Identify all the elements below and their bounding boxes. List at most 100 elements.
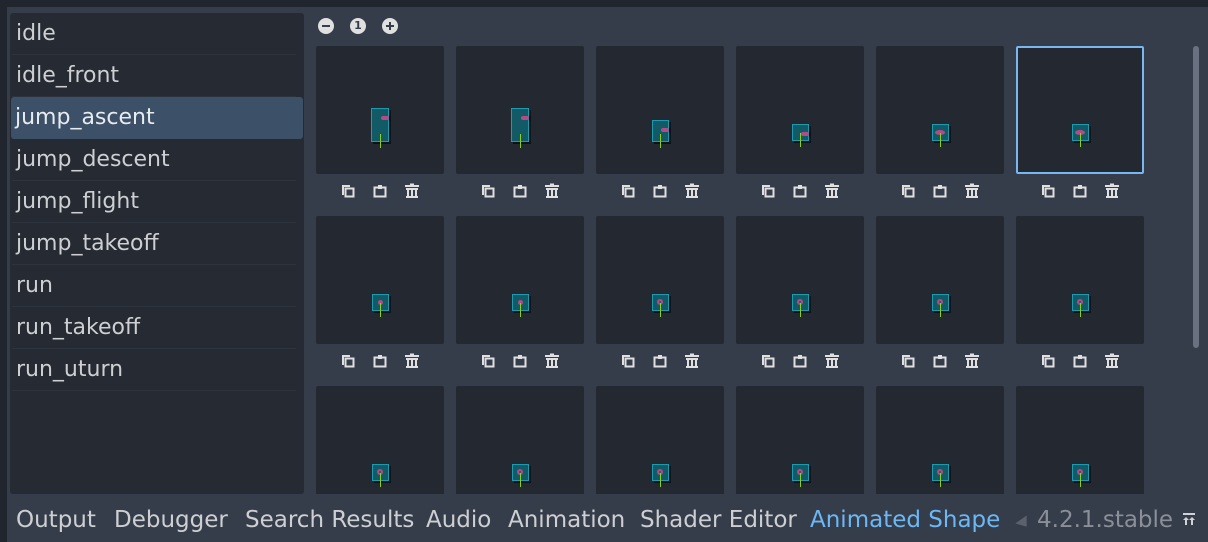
- frame-thumbnail[interactable]: [596, 386, 724, 494]
- tab-output[interactable]: Output: [16, 505, 96, 535]
- frame-toolbar: [596, 352, 724, 372]
- frame-thumbnail[interactable]: [1016, 386, 1144, 494]
- tab-shader-editor[interactable]: Shader Editor: [640, 505, 797, 535]
- frame-toolbar: [456, 182, 584, 202]
- delete-frame-button[interactable]: [963, 182, 981, 200]
- frame-toolbar: [1016, 182, 1144, 202]
- bottom-panel-tabs: 4.2.1.stable Output Debugger Search Result…: [7, 497, 1208, 542]
- frame-thumbnail[interactable]: [1016, 46, 1144, 174]
- paste-frame-button[interactable]: [651, 352, 669, 370]
- delete-frame-button[interactable]: [1103, 182, 1121, 200]
- paste-frame-button[interactable]: [791, 352, 809, 370]
- frame-toolbar: [736, 182, 864, 202]
- frame-thumbnail[interactable]: [736, 386, 864, 494]
- delete-frame-button[interactable]: [1103, 352, 1121, 370]
- copy-icon: [1042, 355, 1055, 368]
- animation-item[interactable]: idle: [12, 13, 296, 55]
- tab-animated-shape[interactable]: Animated Shape: [810, 505, 1000, 535]
- paste-frame-button[interactable]: [791, 182, 809, 200]
- frame-thumbnail[interactable]: [316, 386, 444, 494]
- paste-frame-button[interactable]: [1071, 352, 1089, 370]
- copy-icon: [902, 185, 915, 198]
- paste-frame-button[interactable]: [651, 182, 669, 200]
- delete-frame-button[interactable]: [823, 182, 841, 200]
- frame-thumbnail[interactable]: [316, 216, 444, 344]
- frames-scrollbar[interactable]: [1193, 46, 1199, 348]
- animation-item[interactable]: run: [12, 265, 296, 307]
- bell-icon[interactable]: [1012, 511, 1030, 529]
- delete-frame-button[interactable]: [683, 352, 701, 370]
- frame-toolbar: [456, 352, 584, 372]
- copy-frame-button[interactable]: [759, 182, 777, 200]
- animation-item[interactable]: jump_flight: [12, 181, 296, 223]
- frame-thumbnail[interactable]: [876, 216, 1004, 344]
- copy-frame-button[interactable]: [619, 352, 637, 370]
- copy-icon: [1042, 185, 1055, 198]
- delete-frame-button[interactable]: [543, 352, 561, 370]
- frame-thumbnail[interactable]: [1016, 216, 1144, 344]
- frame-thumbnail[interactable]: [316, 46, 444, 174]
- paste-icon: [793, 355, 807, 368]
- copy-icon: [342, 355, 355, 368]
- frame-thumbnail[interactable]: [736, 46, 864, 174]
- delete-icon: [405, 183, 419, 198]
- paste-frame-button[interactable]: [371, 182, 389, 200]
- zoom-out-icon: [322, 25, 330, 27]
- paste-icon: [933, 185, 947, 198]
- zoom-out-button[interactable]: [318, 18, 334, 34]
- copy-frame-button[interactable]: [479, 182, 497, 200]
- frame-thumbnail[interactable]: [456, 386, 584, 494]
- animation-item[interactable]: jump_ascent: [11, 97, 303, 139]
- frame-thumbnail[interactable]: [596, 46, 724, 174]
- copy-frame-button[interactable]: [619, 182, 637, 200]
- paste-frame-button[interactable]: [1071, 182, 1089, 200]
- delete-icon: [825, 353, 839, 368]
- tab-audio[interactable]: Audio: [426, 505, 491, 535]
- pin-panel-icon[interactable]: [1181, 511, 1197, 527]
- copy-frame-button[interactable]: [899, 182, 917, 200]
- copy-frame-button[interactable]: [479, 352, 497, 370]
- animation-item[interactable]: run_uturn: [12, 349, 296, 391]
- delete-frame-button[interactable]: [403, 182, 421, 200]
- copy-frame-button[interactable]: [339, 352, 357, 370]
- delete-frame-button[interactable]: [543, 182, 561, 200]
- frame-thumbnail[interactable]: [876, 46, 1004, 174]
- paste-frame-button[interactable]: [931, 182, 949, 200]
- frame-toolbar: [316, 182, 444, 202]
- copy-frame-button[interactable]: [1039, 182, 1057, 200]
- animation-item[interactable]: run_takeoff: [12, 307, 296, 349]
- delete-frame-button[interactable]: [403, 352, 421, 370]
- paste-frame-button[interactable]: [511, 352, 529, 370]
- animation-list[interactable]: idle idle_front jump_ascent jump_descent jum…: [10, 13, 304, 494]
- copy-frame-button[interactable]: [1039, 352, 1057, 370]
- animation-item[interactable]: jump_takeoff: [12, 223, 296, 265]
- delete-frame-button[interactable]: [963, 352, 981, 370]
- copy-frame-button[interactable]: [899, 352, 917, 370]
- delete-frame-button[interactable]: [823, 352, 841, 370]
- frame-thumbnail[interactable]: [456, 216, 584, 344]
- copy-icon: [762, 185, 775, 198]
- paste-frame-button[interactable]: [511, 182, 529, 200]
- tab-debugger[interactable]: Debugger: [114, 505, 228, 535]
- copy-frame-button[interactable]: [339, 182, 357, 200]
- paste-icon: [373, 185, 387, 198]
- frame-thumbnail[interactable]: [736, 216, 864, 344]
- delete-icon: [545, 353, 559, 368]
- paste-frame-button[interactable]: [371, 352, 389, 370]
- zoom-reset-icon: 1: [354, 19, 362, 32]
- frame-thumbnail[interactable]: [456, 46, 584, 174]
- frame-thumbnail[interactable]: [596, 216, 724, 344]
- animation-item[interactable]: jump_descent: [12, 139, 296, 181]
- frame-thumbnail[interactable]: [876, 386, 1004, 494]
- delete-icon: [1105, 353, 1119, 368]
- delete-icon: [685, 353, 699, 368]
- delete-frame-button[interactable]: [683, 182, 701, 200]
- zoom-in-button[interactable]: [382, 18, 398, 34]
- copy-frame-button[interactable]: [759, 352, 777, 370]
- animation-item[interactable]: idle_front: [12, 55, 296, 97]
- zoom-reset-button[interactable]: 1: [350, 18, 366, 34]
- delete-icon: [965, 353, 979, 368]
- tab-animation[interactable]: Animation: [508, 505, 625, 535]
- tab-search-results[interactable]: Search Results: [245, 505, 414, 535]
- paste-frame-button[interactable]: [931, 352, 949, 370]
